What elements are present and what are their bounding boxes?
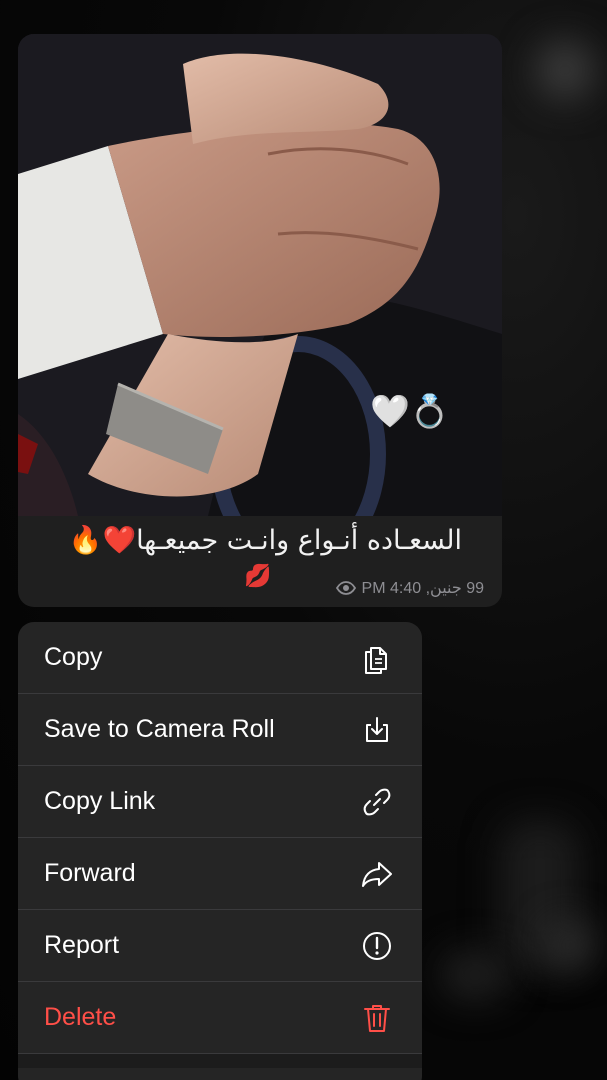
download-icon [360, 713, 394, 747]
message-meta: 99 جنين, PM 4:40 [335, 578, 484, 598]
photo-illustration [18, 34, 502, 516]
photo-emoji: 🤍💍 [370, 392, 450, 430]
message-timestamp: 99 جنين, PM 4:40 [361, 580, 484, 597]
menu-item-label: Save to Camera Roll [44, 715, 275, 743]
message-caption: السعـاده أنـواع وانـت جميعـها❤️🔥 [68, 525, 462, 556]
menu-item-label: Delete [44, 1003, 117, 1031]
menu-item-label: Copy [44, 643, 103, 671]
menu-item-forward[interactable]: Forward [18, 838, 422, 910]
screen: 🤍💍 السعـاده أنـواع وانـت جميعـها❤️🔥 💋 99… [0, 0, 607, 1080]
menu-next-item-partial [18, 1054, 422, 1068]
exclamation-icon [360, 929, 394, 963]
menu-item-copy-link[interactable]: Copy Link [18, 766, 422, 838]
background-blur [440, 950, 510, 1000]
menu-item-label: Forward [44, 859, 136, 887]
background-blur [545, 920, 595, 970]
forward-icon [360, 857, 394, 891]
menu-item-label: Report [44, 931, 120, 959]
menu-item-copy[interactable]: Copy [18, 622, 422, 694]
trash-icon [360, 1001, 394, 1035]
link-icon [360, 785, 394, 819]
caption-emoji: 💋 [244, 564, 272, 589]
eye-icon [335, 581, 356, 595]
message-bubble[interactable]: 🤍💍 السعـاده أنـواع وانـت جميعـها❤️🔥 💋 99… [18, 34, 502, 607]
menu-item-report[interactable]: Report [18, 910, 422, 982]
message-photo[interactable]: 🤍💍 [18, 34, 502, 516]
menu-item-label: Copy Link [44, 787, 156, 815]
copy-icon [360, 641, 394, 675]
context-menu: Copy Save to Camera Roll Copy Link Forwa… [18, 622, 422, 1080]
background-blur [535, 40, 595, 100]
menu-item-delete[interactable]: Delete [18, 982, 422, 1054]
menu-item-save-to-camera-roll[interactable]: Save to Camera Roll [18, 694, 422, 766]
